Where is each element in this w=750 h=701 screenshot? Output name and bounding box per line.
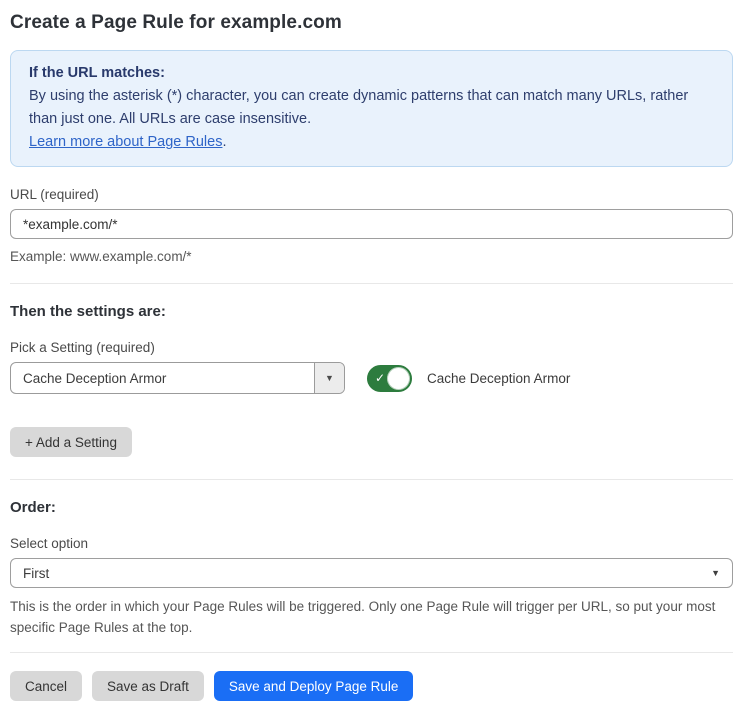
page-title: Create a Page Rule for example.com [10,12,733,34]
order-select[interactable]: First ▼ [10,558,733,588]
divider [10,283,733,284]
chevron-down-icon: ▼ [711,568,720,578]
toggle-knob [387,367,410,390]
pick-setting-label: Pick a Setting (required) [10,340,733,355]
info-box-heading: If the URL matches: [29,62,714,85]
info-box-body: By using the asterisk (*) character, you… [29,85,714,131]
divider [10,479,733,480]
toggle-label: Cache Deception Armor [427,371,570,386]
setting-toggle[interactable]: ✓ [367,365,412,392]
setting-select-value: Cache Deception Armor [11,363,314,393]
link-suffix: . [222,134,226,150]
url-example-helper: Example: www.example.com/* [10,247,733,267]
url-field-label: URL (required) [10,187,733,202]
add-setting-button[interactable]: + Add a Setting [10,427,132,457]
learn-more-link[interactable]: Learn more about Page Rules [29,134,222,150]
save-draft-button[interactable]: Save as Draft [92,671,204,701]
order-select-label: Select option [10,536,733,551]
settings-section-heading: Then the settings are: [10,303,733,320]
url-input[interactable] [10,209,733,239]
cancel-button[interactable]: Cancel [10,671,82,701]
create-page-rule-form: Create a Page Rule for example.com If th… [0,0,750,701]
divider [10,652,733,653]
chevron-down-icon[interactable]: ▼ [314,363,344,393]
url-match-info-box: If the URL matches: By using the asteris… [10,50,733,167]
setting-row: Cache Deception Armor ▼ ✓ Cache Deceptio… [10,362,733,394]
setting-select[interactable]: Cache Deception Armor ▼ [10,362,345,394]
info-box-link-line: Learn more about Page Rules. [29,131,714,154]
order-helper-text: This is the order in which your Page Rul… [10,596,733,638]
footer-actions: Cancel Save as Draft Save and Deploy Pag… [10,671,733,701]
order-select-value: First [23,566,711,581]
check-icon: ✓ [375,371,385,385]
order-section-heading: Order: [10,499,733,516]
save-deploy-button[interactable]: Save and Deploy Page Rule [214,671,414,701]
